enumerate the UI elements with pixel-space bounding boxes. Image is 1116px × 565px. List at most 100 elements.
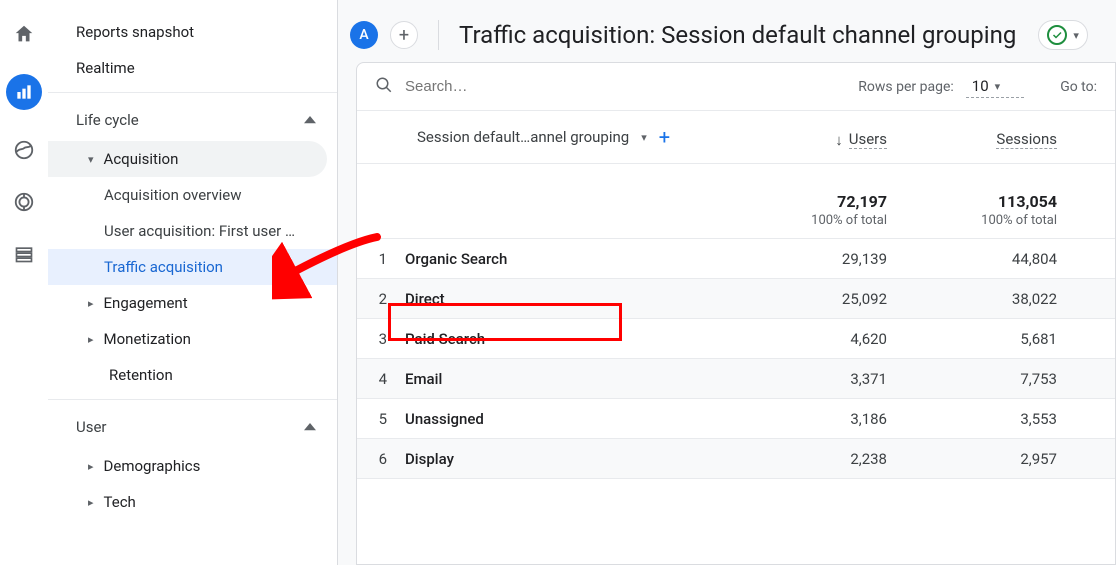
nav-realtime[interactable]: Realtime (48, 50, 337, 86)
table-row[interactable]: 6Display2,2382,957 (357, 439, 1115, 479)
subgroup-monetization[interactable]: ▸ Monetization (48, 321, 327, 357)
home-icon[interactable] (12, 22, 36, 46)
report-sidebar: Reports snapshot Realtime Life cycle ▾ A… (48, 0, 338, 565)
subgroup-label: Acquisition (104, 150, 179, 168)
caret-right-icon: ▸ (88, 297, 94, 310)
subgroup-acquisition[interactable]: ▾ Acquisition (48, 141, 327, 177)
reports-icon[interactable] (6, 74, 42, 110)
row-dimension: Unassigned (405, 410, 747, 428)
table-toolbar: Rows per page: 10 ▾ Go to: (357, 63, 1115, 111)
caret-right-icon: ▸ (88, 333, 94, 346)
table-header-row: Session default…annel grouping ▾ + ↓ Use… (357, 111, 1115, 164)
advertising-icon[interactable] (12, 190, 36, 214)
caret-down-icon: ▾ (1073, 29, 1079, 42)
row-sessions: 3,553 (917, 410, 1087, 428)
rows-per-page-label: Rows per page: (858, 79, 953, 95)
caret-down-icon: ▾ (88, 153, 94, 166)
separator (438, 20, 439, 50)
table-row[interactable]: 2Direct25,09238,022 (357, 279, 1115, 319)
table-body: 1Organic Search29,13944,8042Direct25,092… (357, 239, 1115, 479)
table-row[interactable]: 3Paid Search4,6205,681 (357, 319, 1115, 359)
section-user[interactable]: User (48, 406, 337, 448)
row-index: 6 (357, 450, 405, 468)
row-sessions: 5,681 (917, 330, 1087, 348)
subgroup-engagement[interactable]: ▸ Engagement (48, 285, 327, 321)
total-users: 72,197 (747, 192, 887, 211)
column-label: Sessions (996, 130, 1057, 149)
dimension-label[interactable]: Session default…annel grouping (417, 128, 629, 146)
rows-per-page-select[interactable]: 10 ▾ (966, 75, 1024, 98)
rows-per-page-value: 10 (972, 77, 989, 95)
row-sessions: 2,957 (917, 450, 1087, 468)
section-label: User (76, 418, 107, 436)
search-input[interactable] (405, 78, 645, 95)
totals-row: 72,197 100% of total 113,054 100% of tot… (357, 164, 1115, 239)
column-label: Users (849, 130, 887, 149)
row-users: 25,092 (747, 290, 917, 308)
caret-right-icon: ▸ (88, 496, 94, 509)
explore-icon[interactable] (12, 138, 36, 162)
page-title: Traffic acquisition: Session default cha… (459, 21, 1016, 49)
caret-down-icon[interactable]: ▾ (641, 131, 647, 144)
divider (48, 92, 337, 93)
main-area: A + Traffic acquisition: Session default… (338, 0, 1116, 565)
subgroup-label: Monetization (104, 330, 191, 348)
check-circle-icon (1047, 25, 1067, 45)
goto-label: Go to: (1060, 79, 1097, 95)
total-sessions-sub: 100% of total (917, 213, 1057, 228)
configure-icon[interactable] (12, 242, 36, 266)
dimension-header: Session default…annel grouping ▾ + (357, 125, 747, 149)
nav-user-acquisition[interactable]: User acquisition: First user … (48, 213, 337, 249)
row-sessions: 44,804 (917, 250, 1087, 268)
row-dimension: Direct (405, 290, 747, 308)
chevron-up-icon (303, 113, 317, 127)
row-index: 1 (357, 250, 405, 268)
subgroup-demographics[interactable]: ▸ Demographics (48, 448, 327, 484)
subgroup-label: Retention (109, 366, 173, 384)
nav-traffic-acquisition[interactable]: Traffic acquisition (48, 249, 337, 285)
row-dimension: Email (405, 370, 747, 388)
row-users: 3,186 (747, 410, 917, 428)
plus-icon: + (399, 25, 409, 46)
total-users-sub: 100% of total (747, 213, 887, 228)
row-index: 4 (357, 370, 405, 388)
row-users: 3,371 (747, 370, 917, 388)
add-segment-button[interactable]: + (390, 21, 418, 49)
table-row[interactable]: 1Organic Search29,13944,804 (357, 239, 1115, 279)
col-users[interactable]: ↓ Users (747, 130, 917, 149)
subgroup-label: Tech (104, 493, 136, 511)
table-row[interactable]: 4Email3,3717,753 (357, 359, 1115, 399)
data-quality-status[interactable]: ▾ (1038, 20, 1088, 50)
table-card: Rows per page: 10 ▾ Go to: Session defau… (356, 62, 1116, 565)
row-index: 2 (357, 290, 405, 308)
row-sessions: 38,022 (917, 290, 1087, 308)
row-dimension: Display (405, 450, 747, 468)
row-users: 2,238 (747, 450, 917, 468)
table-row[interactable]: 5Unassigned3,1863,553 (357, 399, 1115, 439)
divider (48, 399, 337, 400)
subgroup-tech[interactable]: ▸ Tech (48, 484, 327, 520)
section-lifecycle[interactable]: Life cycle (48, 99, 337, 141)
segment-badge[interactable]: A (350, 21, 378, 49)
report-header: A + Traffic acquisition: Session default… (338, 0, 1116, 62)
nav-rail (0, 0, 48, 565)
row-users: 29,139 (747, 250, 917, 268)
nav-acquisition-overview[interactable]: Acquisition overview (48, 177, 337, 213)
subgroup-label: Demographics (104, 457, 201, 475)
caret-right-icon: ▸ (88, 460, 94, 473)
add-dimension-button[interactable]: + (659, 125, 670, 149)
caret-down-icon: ▾ (995, 80, 1001, 93)
row-dimension: Paid Search (405, 330, 747, 348)
sort-desc-icon: ↓ (835, 131, 843, 149)
row-index: 3 (357, 330, 405, 348)
nav-retention[interactable]: Retention (48, 357, 327, 393)
nav-reports-snapshot[interactable]: Reports snapshot (48, 14, 337, 50)
chevron-up-icon (303, 420, 317, 434)
section-label: Life cycle (76, 111, 139, 129)
row-index: 5 (357, 410, 405, 428)
search-icon (375, 76, 393, 98)
col-sessions[interactable]: Sessions (917, 130, 1087, 149)
row-users: 4,620 (747, 330, 917, 348)
row-dimension: Organic Search (405, 250, 747, 268)
row-sessions: 7,753 (917, 370, 1087, 388)
